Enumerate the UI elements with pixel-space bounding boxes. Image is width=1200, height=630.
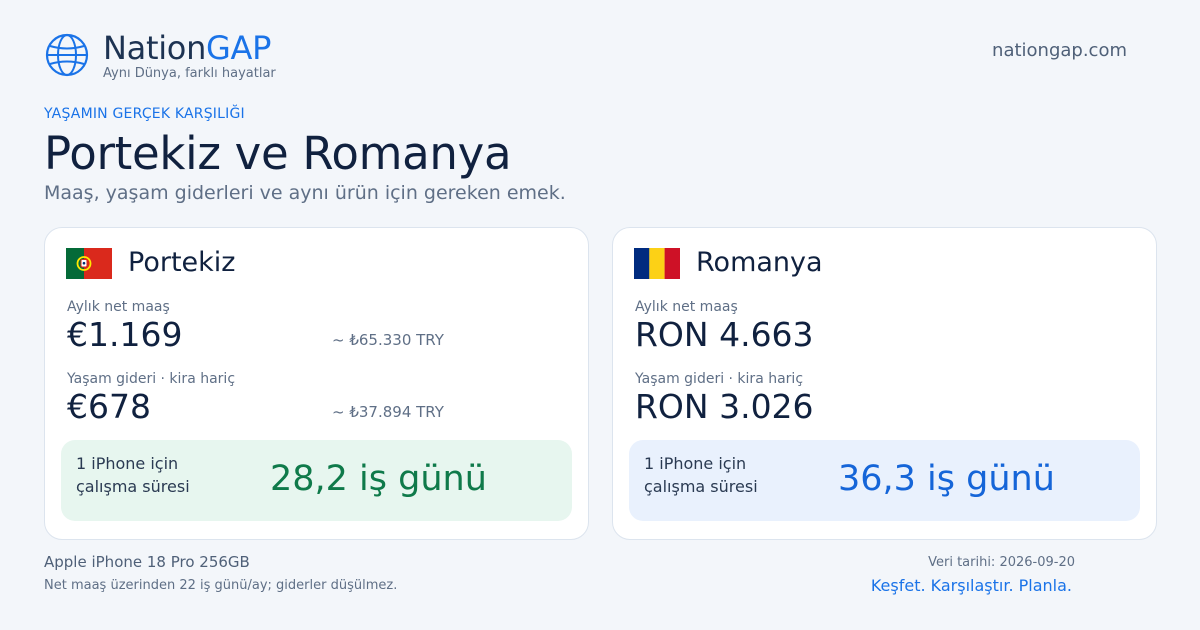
page-subtitle: Maaş, yaşam giderleri ve aynı ürün için … [44, 182, 566, 204]
site-link[interactable]: nationgap.com [992, 40, 1127, 61]
country-name: Portekiz [128, 247, 236, 278]
salary-label: Aylık net maaş [635, 299, 738, 315]
work-days-label: 1 iPhone için çalışma süresi [76, 452, 190, 498]
country-name: Romanya [696, 247, 823, 278]
salary-label: Aylık net maaş [67, 299, 170, 315]
country-card-portugal: Portekiz Aylık net maaş €1.169 ~ ₺65.330… [44, 227, 589, 540]
salary-value: RON 4.663 [635, 315, 814, 354]
eyebrow-label: YAŞAMIN GERÇEK KARŞILIĞI [44, 106, 245, 122]
cost-label: Yaşam gideri · kira hariç [635, 371, 804, 387]
footer-date: Veri tarihi: 2026-09-20 [928, 555, 1075, 570]
work-days-label-line-2: çalışma süresi [76, 477, 190, 496]
work-days-box: 1 iPhone için çalışma süresi 28,2 iş gün… [61, 440, 572, 521]
cost-label: Yaşam gideri · kira hariç [67, 371, 236, 387]
header: NationGAP Aynı Dünya, farklı hayatlar na… [44, 28, 1156, 86]
cost-value: RON 3.026 [635, 387, 814, 426]
cost-value: €678 [67, 387, 151, 426]
work-days-value: 28,2 iş günü [270, 459, 487, 499]
cost-converted: ~ ₺37.894 TRY [332, 403, 444, 421]
work-days-label-line-1: 1 iPhone için [644, 454, 747, 473]
work-days-label-line-1: 1 iPhone için [76, 454, 179, 473]
brand-part-2: GAP [206, 29, 272, 67]
footer-note: Net maaş üzerinden 22 iş günü/ay; giderl… [44, 578, 398, 593]
brand-part-1: Nation [103, 29, 207, 67]
work-days-value: 36,3 iş günü [838, 459, 1055, 499]
footer-cta-link[interactable]: Keşfet. Karşılaştır. Planla. [871, 576, 1072, 595]
salary-value: €1.169 [67, 315, 183, 354]
country-card-romania: Romanya Aylık net maaş RON 4.663 Yaşam g… [612, 227, 1157, 540]
salary-converted: ~ ₺65.330 TRY [332, 331, 444, 349]
romania-flag-icon [634, 248, 680, 279]
work-days-label-line-2: çalışma süresi [644, 477, 758, 496]
work-days-label: 1 iPhone için çalışma süresi [644, 452, 758, 498]
brand-logo-text[interactable]: NationGAP [103, 28, 271, 68]
globe-icon[interactable] [44, 32, 90, 78]
work-days-box: 1 iPhone için çalışma süresi 36,3 iş gün… [629, 440, 1140, 521]
page-title: Portekiz ve Romanya [44, 127, 512, 180]
footer-product: Apple iPhone 18 Pro 256GB [44, 553, 250, 571]
portugal-flag-icon [66, 248, 112, 279]
brand-tagline: Aynı Dünya, farklı hayatlar [103, 66, 276, 81]
